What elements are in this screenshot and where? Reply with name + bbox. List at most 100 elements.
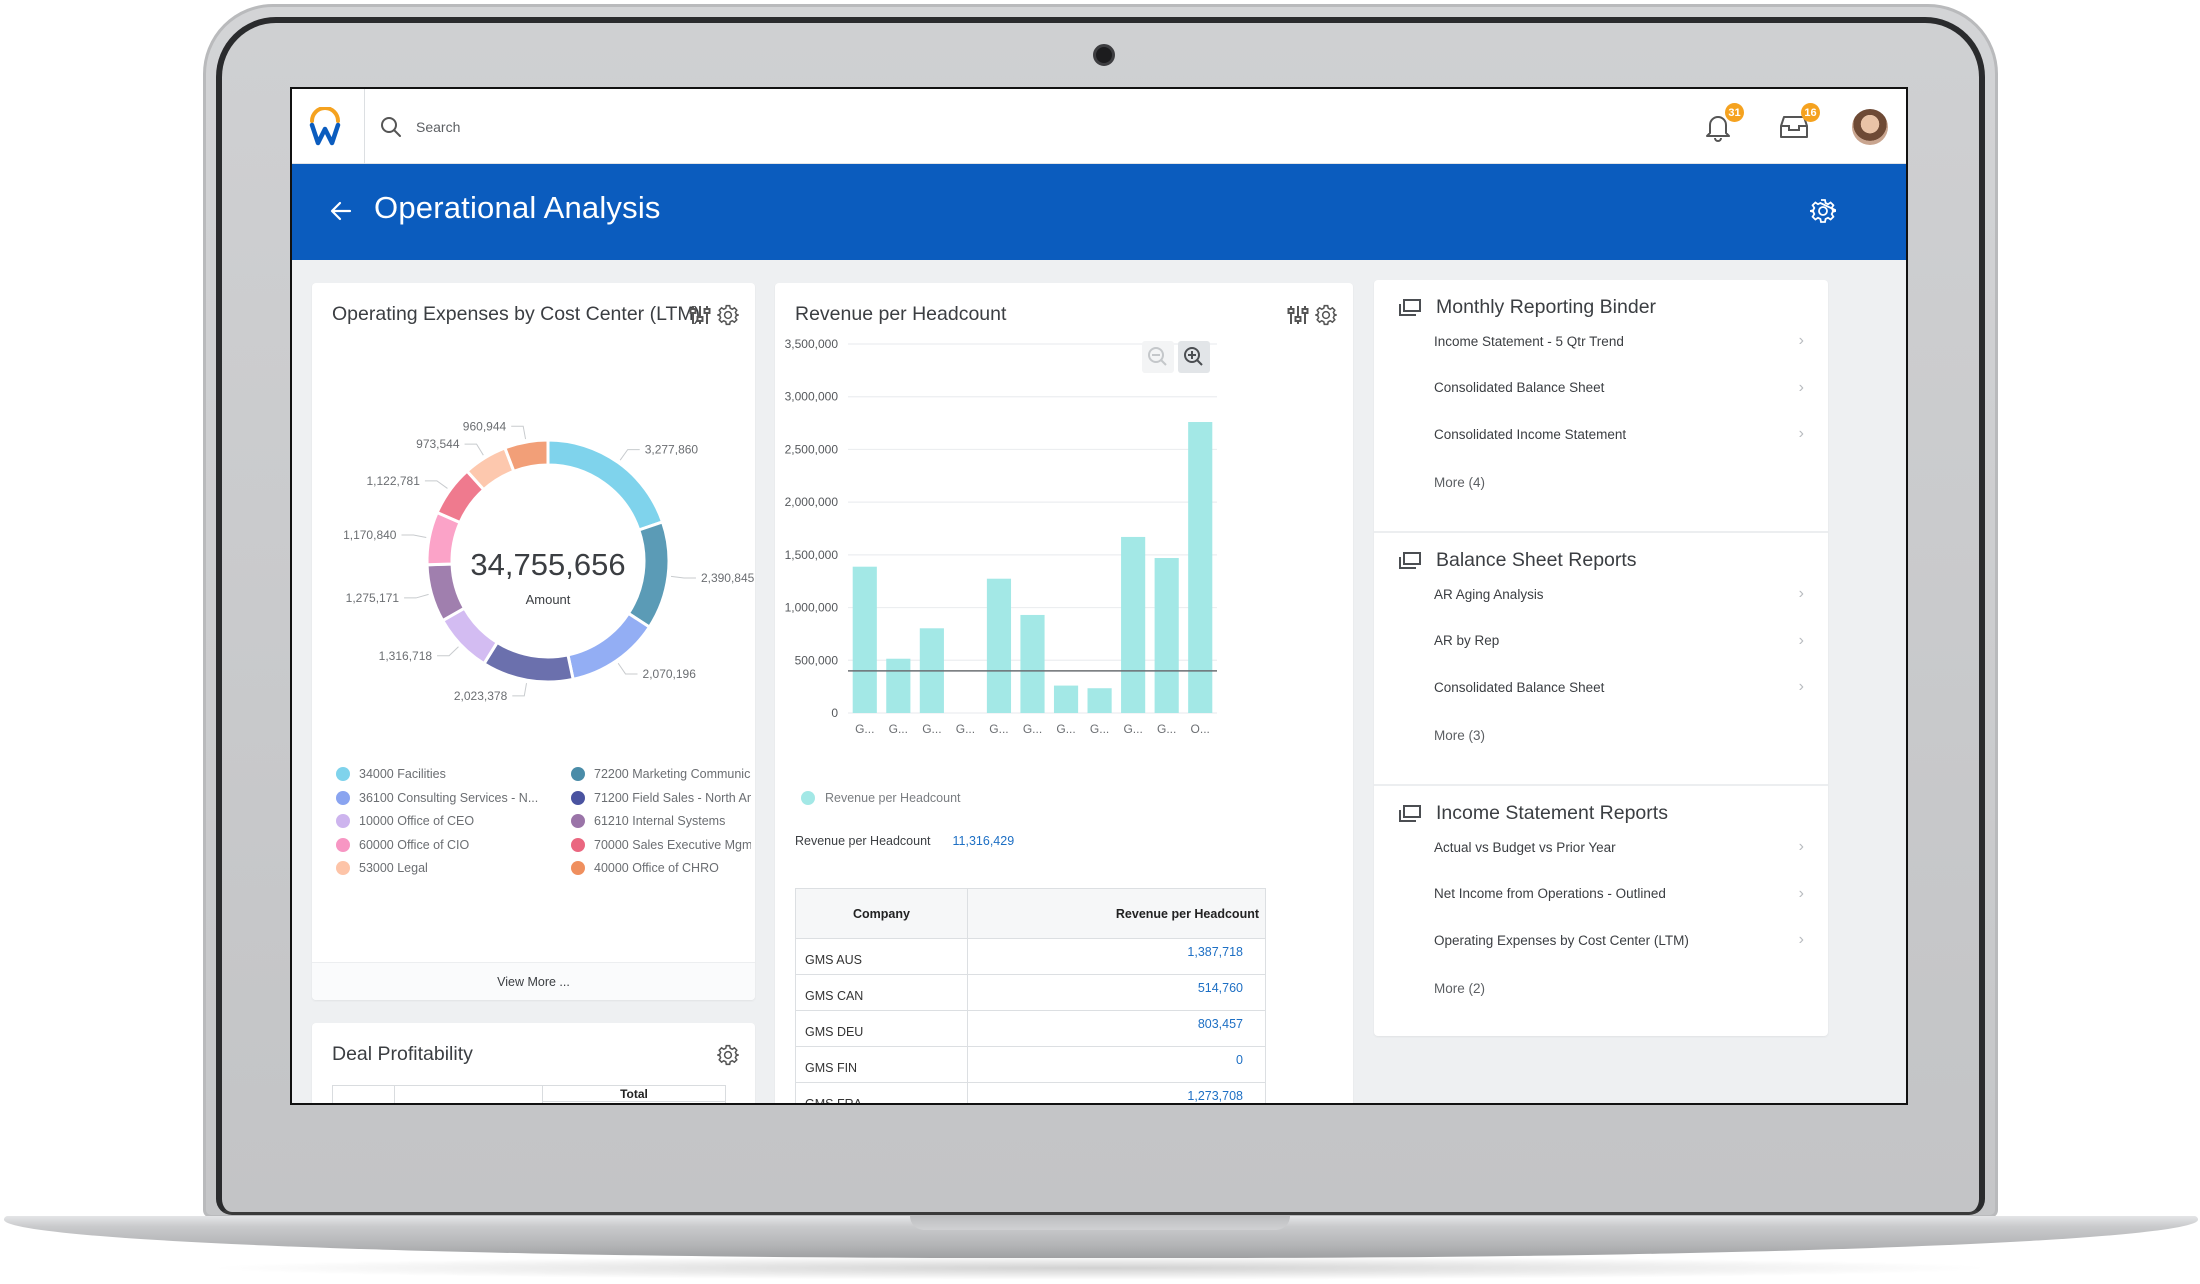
zoom-in-button[interactable]: [1178, 341, 1210, 373]
donut-label-leader: [617, 662, 638, 675]
report-link[interactable]: Consolidated Balance Sheet ›: [1434, 373, 1804, 403]
revenue-cell[interactable]: 803,457: [967, 1010, 1266, 1047]
legend-item[interactable]: 60000 Office of CIO: [336, 837, 571, 852]
notifications-badge: 31: [1725, 103, 1744, 122]
x-tick-label: G...: [956, 722, 975, 736]
legend-item[interactable]: 70000 Sales Executive Mgmt: [571, 837, 751, 852]
company-cell: GMS FRA: [795, 1082, 968, 1103]
table-row: GMS FIN 0: [795, 1046, 1266, 1083]
column-header-company[interactable]: Company: [795, 888, 968, 939]
donut-segment[interactable]: [566, 611, 652, 682]
x-tick-label: G...: [1090, 722, 1109, 736]
legend-label: 10000 Office of CEO: [359, 814, 475, 828]
user-avatar[interactable]: [1852, 109, 1888, 145]
legend-dot: [336, 814, 350, 828]
inbox-badge: 16: [1801, 103, 1820, 122]
workday-logo-icon[interactable]: [308, 107, 342, 147]
gear-icon[interactable]: [717, 1044, 739, 1066]
report-section: Balance Sheet Reports AR Aging Analysis › A…: [1374, 533, 1828, 786]
chart-zoom-controls: [1142, 341, 1210, 373]
revenue-cell[interactable]: 0: [967, 1046, 1266, 1083]
app-screen: 31 16 Operational Analysis: [290, 87, 1908, 1105]
revenue-cell[interactable]: 514,760: [967, 974, 1266, 1011]
revenue-cell[interactable]: 1,387,718: [967, 938, 1266, 975]
donut-segment[interactable]: [481, 640, 575, 684]
bar[interactable]: [1154, 558, 1179, 713]
legend-item[interactable]: 40000 Office of CHRO: [571, 861, 751, 875]
report-more-link[interactable]: More (3): [1434, 728, 1485, 743]
bar[interactable]: [1020, 614, 1045, 713]
search-input[interactable]: [416, 119, 716, 135]
donut-segment[interactable]: [626, 520, 671, 630]
donut-data-label: 2,070,196: [643, 667, 697, 681]
camera-icon: [1093, 44, 1115, 66]
report-link[interactable]: Income Statement - 5 Qtr Trend ›: [1434, 326, 1804, 356]
donut-data-label: 960,944: [463, 419, 507, 433]
revenue-cell[interactable]: 1,273,708: [967, 1082, 1266, 1103]
report-link[interactable]: Actual vs Budget vs Prior Year ›: [1434, 832, 1804, 862]
revenue-legend: Revenue per Headcount: [801, 791, 961, 805]
report-link[interactable]: Net Income from Operations - Outlined ›: [1434, 879, 1804, 909]
notifications-button[interactable]: 31: [1700, 103, 1744, 145]
x-tick-label: G...: [1023, 722, 1042, 736]
donut-data-label: 1,275,171: [346, 591, 400, 605]
x-tick-label: G...: [855, 722, 874, 736]
legend-item[interactable]: 36100 Consulting Services - N...: [336, 790, 571, 805]
legend-item[interactable]: 72200 Marketing Communicat...: [571, 767, 751, 781]
report-link[interactable]: AR Aging Analysis ›: [1434, 579, 1804, 609]
deal-table-col: [395, 1086, 543, 1103]
report-link-label: Consolidated Balance Sheet: [1434, 679, 1605, 695]
inbox-button[interactable]: 16: [1776, 103, 1820, 145]
legend-item[interactable]: 71200 Field Sales - North Ame...: [571, 790, 751, 805]
gear-icon[interactable]: [1810, 198, 1836, 224]
revenue-total: Revenue per Headcount 11,316,429: [795, 834, 1014, 848]
report-link[interactable]: Consolidated Income Statement ›: [1434, 419, 1804, 449]
revenue-table: Company Revenue per Headcount GMS AUS 1,3…: [795, 888, 1266, 1103]
donut-data-label: 2,390,845: [701, 571, 755, 585]
report-stack-icon: [1399, 298, 1421, 316]
column-header-revenue[interactable]: Revenue per Headcount: [967, 888, 1266, 939]
legend-item[interactable]: 10000 Office of CEO: [336, 814, 571, 828]
legend-item[interactable]: 61210 Internal Systems: [571, 814, 751, 828]
donut-segment[interactable]: [502, 438, 550, 474]
deal-profitability-card: Deal Profitability Total: [312, 1023, 755, 1103]
view-more-button[interactable]: View More ...: [312, 962, 755, 1000]
report-link[interactable]: AR by Rep ›: [1434, 626, 1804, 656]
table-row: GMS AUS 1,387,718: [795, 938, 1266, 975]
donut-segment[interactable]: [425, 562, 467, 623]
bar[interactable]: [1121, 536, 1146, 713]
back-arrow-icon[interactable]: [328, 198, 354, 224]
revenue-total-value[interactable]: 11,316,429: [953, 834, 1015, 848]
bar[interactable]: [1087, 688, 1112, 713]
legend-dot: [571, 790, 585, 805]
bar[interactable]: [1053, 685, 1079, 713]
report-more-link[interactable]: More (4): [1434, 475, 1485, 490]
donut-label-leader: [424, 480, 448, 489]
bar[interactable]: [886, 658, 911, 713]
laptop-mockup: 31 16 Operational Analysis: [0, 0, 2200, 1284]
deal-table-col: [333, 1086, 395, 1103]
report-link[interactable]: Consolidated Balance Sheet ›: [1434, 672, 1804, 702]
donut-label-leader: [401, 534, 427, 539]
bar[interactable]: [986, 578, 1012, 713]
zoom-out-button[interactable]: [1142, 341, 1174, 373]
report-section-header: Income Statement Reports: [1398, 802, 1668, 825]
legend-item[interactable]: 53000 Legal: [336, 861, 571, 875]
report-more-link[interactable]: More (2): [1434, 981, 1485, 996]
legend-label: 53000 Legal: [359, 861, 428, 875]
bar[interactable]: [1188, 422, 1213, 713]
donut-label-leader: [404, 593, 429, 599]
deal-table: Total: [332, 1085, 726, 1103]
legend-item[interactable]: 34000 Facilities: [336, 767, 571, 781]
y-tick-label: 3,000,000: [785, 390, 839, 404]
report-link[interactable]: Operating Expenses by Cost Center (LTM) ›: [1434, 925, 1804, 955]
bar[interactable]: [852, 566, 877, 713]
y-tick-label: 3,500,000: [785, 337, 839, 351]
legend-label: 70000 Sales Executive Mgmt: [594, 837, 751, 852]
legend-dot: [571, 837, 585, 852]
report-section-title: Balance Sheet Reports: [1436, 549, 1637, 571]
topbar-divider: [364, 89, 365, 164]
legend-dot: [801, 791, 815, 805]
search-bar[interactable]: [380, 111, 780, 143]
legend-label: 60000 Office of CIO: [359, 837, 470, 852]
